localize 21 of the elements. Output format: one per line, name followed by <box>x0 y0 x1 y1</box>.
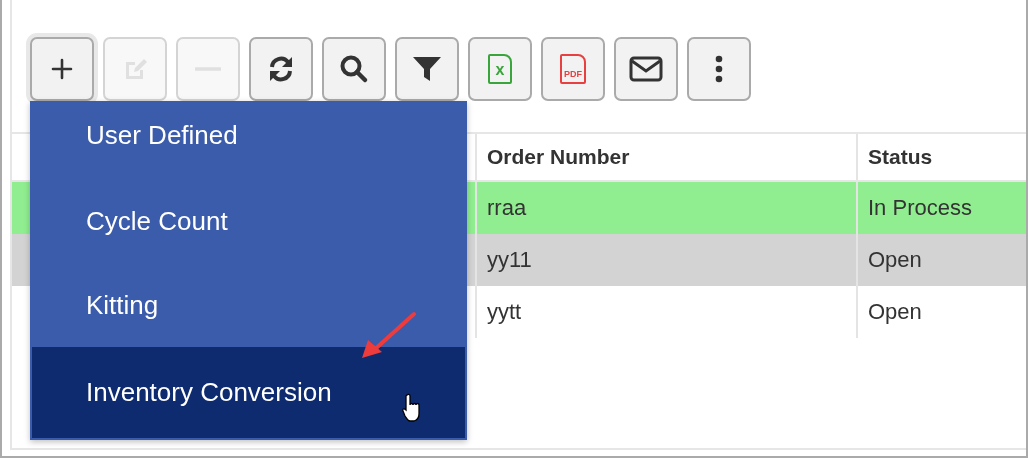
search-icon <box>339 54 369 84</box>
menu-item[interactable]: Inventory Conversion <box>32 347 465 438</box>
pdf-file-icon: PDF <box>560 54 586 84</box>
column-header[interactable]: Status <box>858 134 1026 180</box>
envelope-icon <box>629 56 663 82</box>
pdf-button[interactable]: PDF <box>541 37 605 101</box>
table-cell: yytt <box>477 286 858 338</box>
hand-cursor-icon <box>402 393 422 423</box>
more-icon <box>715 55 723 83</box>
more-button[interactable] <box>687 37 751 101</box>
refresh-button[interactable] <box>249 37 313 101</box>
minus-icon <box>195 66 221 72</box>
email-button[interactable] <box>614 37 678 101</box>
filter-icon <box>412 55 442 83</box>
column-header[interactable]: Order Number <box>477 134 858 180</box>
menu-item[interactable]: User Defined <box>32 103 465 179</box>
plus-icon <box>51 58 73 80</box>
spreadsheet-file-icon: x <box>488 54 512 84</box>
table-cell: Open <box>858 286 1026 338</box>
filter-button[interactable] <box>395 37 459 101</box>
search-button[interactable] <box>322 37 386 101</box>
